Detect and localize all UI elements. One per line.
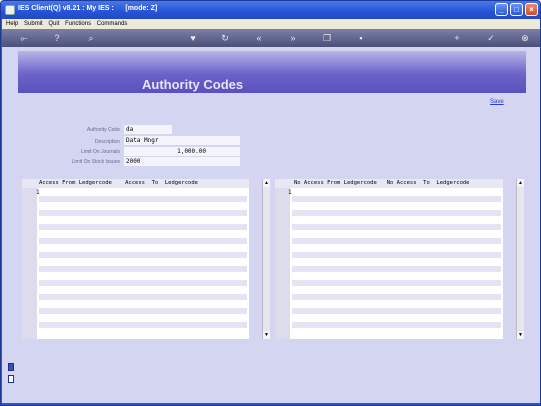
toolbar: ⟜ ? ⌕ ♥ ↻ « » ❐ ▪ + ✓ ⊗ [2, 29, 540, 47]
page-title: Authority Codes [142, 77, 244, 92]
save-link[interactable]: Save [490, 99, 504, 105]
table-row[interactable] [39, 308, 247, 314]
row-number-column [275, 188, 290, 339]
row-number: 1 [288, 189, 292, 196]
table-row[interactable] [39, 266, 247, 272]
side-doc-icon[interactable] [8, 375, 14, 383]
close-icon[interactable]: ⊗ [518, 32, 532, 44]
help-icon[interactable]: ? [50, 32, 64, 44]
fast-forward-icon[interactable]: » [286, 32, 300, 44]
refresh-icon[interactable]: ↻ [218, 32, 232, 44]
menu-submit[interactable]: Submit [24, 19, 43, 29]
menu-commands[interactable]: Commands [97, 19, 128, 29]
check-icon[interactable]: ✓ [484, 32, 498, 44]
table-row[interactable] [292, 308, 501, 314]
table-row[interactable] [292, 266, 501, 272]
copy-icon[interactable]: ❐ [320, 32, 334, 44]
table-row[interactable] [292, 224, 501, 230]
table-row[interactable] [292, 238, 501, 244]
description-label: Description [94, 139, 120, 145]
maximize-button[interactable]: □ [510, 3, 523, 16]
table-row[interactable] [39, 238, 247, 244]
menu-functions[interactable]: Functions [65, 19, 91, 29]
scroll-up-arrow[interactable]: ▲ [263, 179, 270, 187]
authority-code-field[interactable]: da [124, 125, 172, 134]
access-grid: Access From Ledgercode Access To Ledgerc… [22, 179, 249, 339]
menu-help[interactable]: Help [6, 19, 18, 29]
table-row[interactable] [292, 280, 501, 286]
no-access-grid-scrollbar[interactable]: ▲ ▼ [516, 179, 524, 339]
window-title: IES Client(Q) v8.21 : My IES : [mode: Z] [18, 5, 158, 12]
table-row[interactable] [39, 224, 247, 230]
table-row[interactable] [292, 294, 501, 300]
rewind-icon[interactable]: « [252, 32, 266, 44]
table-row[interactable] [292, 252, 501, 258]
app-icon [5, 5, 15, 15]
minimize-button[interactable]: _ [495, 3, 508, 16]
scroll-down-arrow[interactable]: ▼ [263, 331, 270, 339]
table-row[interactable] [39, 294, 247, 300]
no-access-grid-header: No Access From Ledgercode No Access To L… [275, 179, 503, 188]
limit-journals-label: Limit On Journals [81, 149, 120, 155]
table-row[interactable] [39, 280, 247, 286]
table-row[interactable] [39, 322, 247, 328]
table-row[interactable] [39, 196, 247, 202]
table-row[interactable] [292, 210, 501, 216]
search-icon[interactable]: ⌕ [84, 32, 98, 44]
table-row[interactable] [39, 252, 247, 258]
limit-journals-field[interactable]: 1,000.00 [124, 147, 240, 156]
row-number-column [22, 188, 37, 339]
menu-quit[interactable]: Quit [48, 19, 59, 29]
application-window: IES Client(Q) v8.21 : My IES : [mode: Z]… [0, 0, 541, 406]
limit-stock-issues-label: Limit On Stock Issues [71, 159, 120, 165]
content-area: Authority Codes Save Authority Code da D… [2, 47, 540, 403]
delete-icon[interactable]: ▪ [354, 32, 368, 44]
close-window-button[interactable]: × [525, 3, 538, 16]
access-grid-header: Access From Ledgercode Access To Ledgerc… [22, 179, 249, 188]
title-bar: IES Client(Q) v8.21 : My IES : [mode: Z]… [1, 1, 540, 19]
table-row[interactable] [39, 210, 247, 216]
row-number: 1 [36, 189, 40, 196]
heart-icon[interactable]: ♥ [186, 32, 200, 44]
menu-bar: Help Submit Quit Functions Commands [2, 19, 540, 29]
side-panel-icon[interactable] [8, 363, 14, 371]
access-grid-scrollbar[interactable]: ▲ ▼ [262, 179, 270, 339]
table-row[interactable] [292, 322, 501, 328]
no-access-grid: No Access From Ledgercode No Access To L… [275, 179, 503, 339]
scroll-down-arrow[interactable]: ▼ [517, 331, 524, 339]
key-icon[interactable]: ⟜ [14, 32, 34, 44]
limit-stock-issues-field[interactable]: 2000 [124, 157, 240, 166]
table-row[interactable] [292, 196, 501, 202]
plus-icon[interactable]: + [450, 32, 464, 44]
page-header: Authority Codes [18, 51, 526, 93]
authority-code-label: Authority Code [86, 127, 120, 133]
scroll-up-arrow[interactable]: ▲ [517, 179, 524, 187]
description-field[interactable]: Data Mngr [124, 136, 240, 145]
